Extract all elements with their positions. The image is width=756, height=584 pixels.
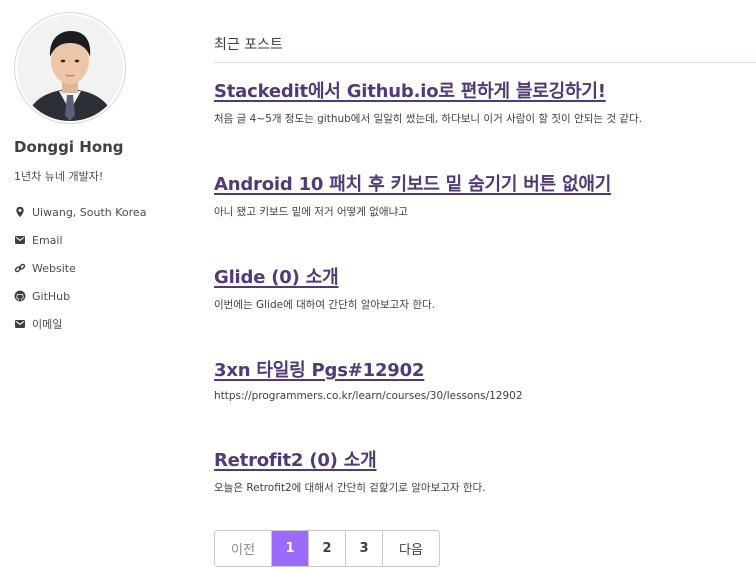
github-icon	[14, 290, 26, 302]
avatar	[14, 12, 126, 124]
recent-posts: 최근 포스트 Stackedit에서 Github.io로 편하게 블로깅하기!…	[214, 34, 756, 495]
post-title-link[interactable]: 3xn 타일링 Pgs#12902	[214, 356, 424, 382]
author-link-location: Uiwang, South Korea	[14, 198, 194, 226]
page-3-button[interactable]: 3	[346, 531, 383, 566]
author-name: Donggi Hong	[14, 138, 124, 156]
next-page-button[interactable]: 다음	[383, 531, 439, 566]
author-link-github[interactable]: GitHub	[14, 282, 194, 310]
post-title-link[interactable]: Retrofit2 (0) 소개	[214, 446, 377, 472]
prev-page-button[interactable]: 이전	[215, 531, 272, 566]
author-link-website[interactable]: Website	[14, 254, 194, 282]
envelope-icon	[14, 234, 26, 246]
author-link-email[interactable]: Email	[14, 226, 194, 254]
page-1-button[interactable]: 1	[272, 531, 309, 566]
post-excerpt: 처음 글 4~5개 정도는 github에서 일일히 썼는데, 하다보니 이거 …	[214, 113, 643, 125]
post-title-link[interactable]: Glide (0) 소개	[214, 263, 339, 289]
author-link-email-ko[interactable]: 이메일	[14, 310, 194, 338]
post-excerpt: https://programmers.co.kr/learn/courses/…	[214, 390, 523, 402]
author-link-label[interactable]: Email	[32, 234, 63, 247]
post-item: Stackedit에서 Github.io로 편하게 블로깅하기! 처음 글 4…	[214, 77, 756, 126]
author-link-label[interactable]: GitHub	[32, 290, 70, 303]
section-title: 최근 포스트	[214, 34, 756, 63]
post-item: 3xn 타일링 Pgs#12902 https://programmers.co…	[214, 356, 756, 402]
post-excerpt: 오늘은 Retrofit2에 대해서 간단히 겉핥기로 알아보고자 한다.	[214, 482, 486, 494]
author-link-label: Uiwang, South Korea	[32, 205, 147, 219]
envelope-icon	[14, 318, 26, 330]
link-icon	[14, 262, 26, 274]
author-links: Uiwang, South Korea Email Website GitHub…	[14, 198, 194, 338]
post-excerpt: 아니 됐고 키보드 밑에 저거 어떻게 없애냐고	[214, 206, 408, 218]
post-excerpt: 이번에는 Glide에 대하여 간단히 알아보고자 한다.	[214, 299, 436, 311]
map-marker-icon	[14, 206, 26, 218]
author-link-label[interactable]: 이메일	[32, 316, 62, 332]
author-bio: 1년차 뉴네 개발자!	[14, 170, 104, 183]
post-item: Retrofit2 (0) 소개 오늘은 Retrofit2에 대해서 간단히 …	[214, 446, 756, 495]
author-sidebar: Donggi Hong 1년차 뉴네 개발자! Uiwang, South Ko…	[14, 12, 194, 354]
page-2-button[interactable]: 2	[309, 531, 346, 566]
post-title-link[interactable]: Stackedit에서 Github.io로 편하게 블로깅하기!	[214, 77, 606, 103]
pagination: 이전 1 2 3 다음	[214, 530, 440, 567]
avatar-photo	[17, 15, 123, 121]
post-item: Glide (0) 소개 이번에는 Glide에 대하여 간단히 알아보고자 한…	[214, 263, 756, 312]
author-link-label[interactable]: Website	[32, 262, 76, 275]
post-title-link[interactable]: Android 10 패치 후 키보드 밑 숨기기 버튼 없애기	[214, 170, 611, 196]
post-item: Android 10 패치 후 키보드 밑 숨기기 버튼 없애기 아니 됐고 키…	[214, 170, 756, 219]
